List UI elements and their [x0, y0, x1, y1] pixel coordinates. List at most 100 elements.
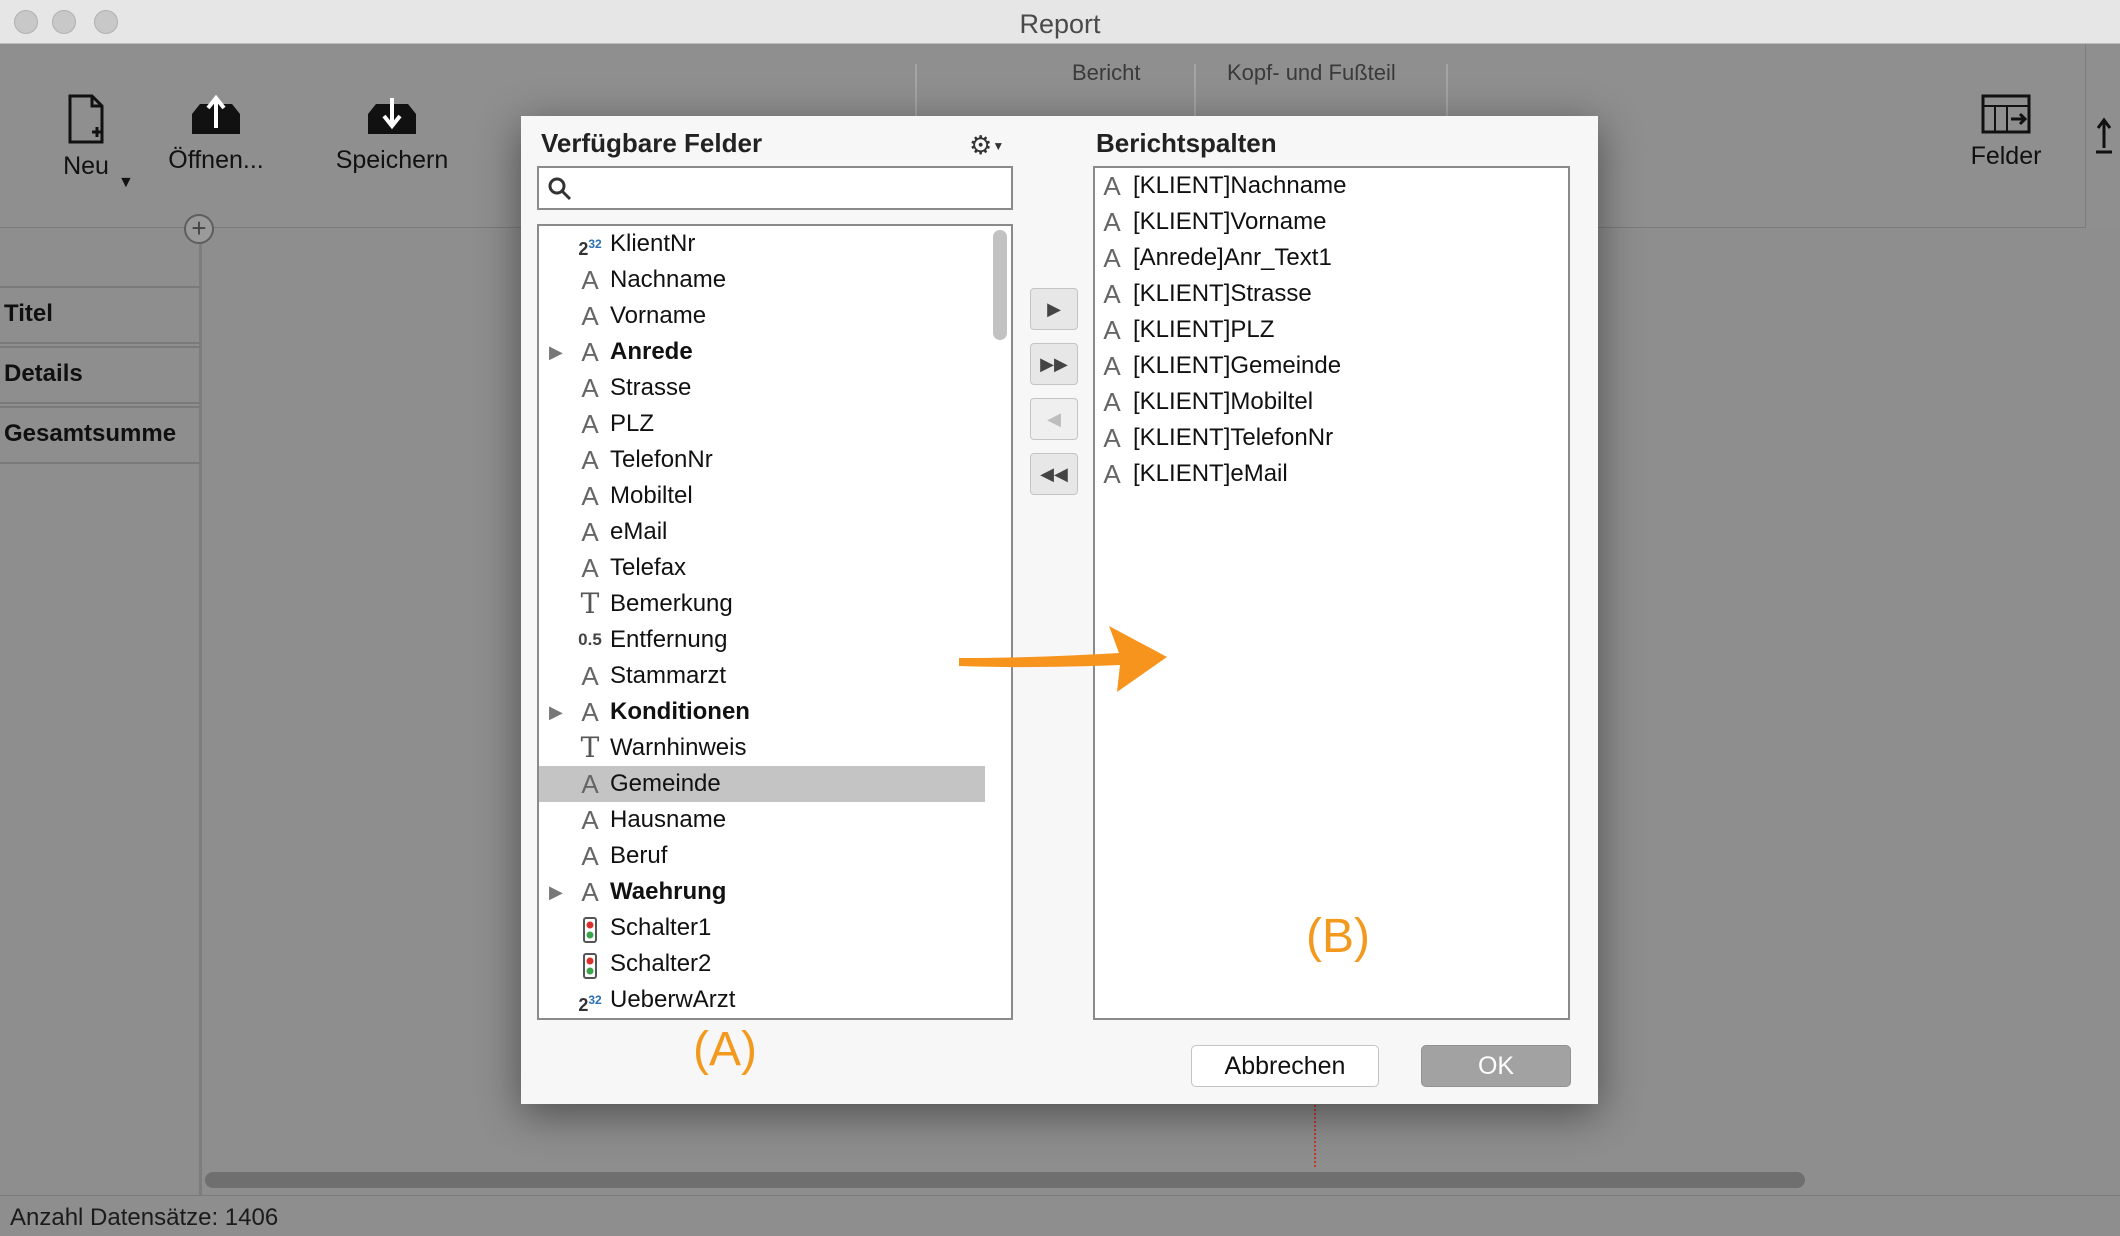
list-item[interactable]: A Telefax: [539, 550, 985, 586]
search-icon: [548, 177, 572, 201]
alpha-type-icon: A: [1103, 279, 1121, 309]
alpha-type-icon: A: [581, 877, 599, 907]
double-left-icon: ◀◀: [1040, 464, 1068, 484]
field-label: KlientNr: [610, 230, 696, 257]
field-label: Schalter2: [610, 950, 712, 977]
list-item[interactable]: A Nachname: [539, 262, 985, 298]
horizontal-scrollbar[interactable]: [205, 1172, 1805, 1188]
open-button[interactable]: Öffnen...: [166, 94, 266, 175]
column-label: [KLIENT]Mobiltel: [1133, 388, 1314, 415]
remove-field-button[interactable]: ◀: [1030, 398, 1078, 440]
list-item[interactable]: T Bemerkung: [539, 586, 985, 622]
field-label: Konditionen: [610, 698, 750, 725]
field-label: Vorname: [610, 302, 707, 329]
list-item[interactable]: A Vorname: [539, 298, 985, 334]
field-label: Telefax: [610, 554, 687, 581]
search-input[interactable]: [579, 172, 999, 204]
search-field[interactable]: [537, 166, 1013, 210]
list-item[interactable]: A [KLIENT]Gemeinde: [1095, 348, 1565, 384]
column-label: [KLIENT]TelefonNr: [1133, 424, 1334, 451]
report-columns-list[interactable]: A [KLIENT]Nachname A [KLIENT]Vorname A [Anred…: [1093, 166, 1570, 1020]
integer-type-icon: 232: [578, 237, 602, 259]
available-fields-list[interactable]: 232 KlientNr A Nachname A Vorname ▶ A Anrede A Str…: [537, 224, 1013, 1020]
list-item[interactable]: A Mobiltel: [539, 478, 985, 514]
vertical-scrollbar[interactable]: [993, 230, 1007, 340]
list-item[interactable]: A [KLIENT]Nachname: [1095, 168, 1565, 204]
band-title[interactable]: Titel: [0, 286, 200, 344]
list-item[interactable]: AeMail: [539, 514, 985, 550]
boolean-type-icon: [575, 910, 605, 946]
annotation-a: (A): [693, 1023, 757, 1076]
list-item[interactable]: A [KLIENT]Mobiltel: [1095, 384, 1565, 420]
disclosure-triangle-icon[interactable]: ▶: [549, 694, 565, 730]
column-label: [KLIENT]Vorname: [1133, 208, 1327, 235]
record-count: Anzahl Datensätze: 1406: [10, 1204, 279, 1231]
alpha-type-icon: A: [1103, 315, 1121, 345]
open-button-label: Öffnen...: [168, 146, 264, 174]
alpha-type-icon: A: [581, 445, 599, 475]
list-item[interactable]: 232 KlientNr: [539, 226, 985, 262]
field-label: Schalter1: [610, 914, 712, 941]
new-button[interactable]: Neu ▼: [56, 94, 134, 191]
integer-type-icon: 232: [578, 993, 602, 1015]
ok-button[interactable]: OK: [1421, 1045, 1571, 1087]
field-label: Bemerkung: [610, 590, 733, 617]
save-button-label: Speichern: [335, 146, 449, 174]
bands-panel: Titel Details Gesamtsumme: [0, 229, 202, 1195]
list-item[interactable]: 232 UeberwArzt: [539, 982, 985, 1018]
group-label-report: Bericht: [1072, 60, 1141, 85]
chevron-down-icon[interactable]: ▼: [118, 174, 134, 192]
alpha-type-icon: A: [581, 661, 599, 691]
disclosure-triangle-icon[interactable]: ▶: [549, 334, 565, 370]
list-item[interactable]: A Stammarzt: [539, 658, 985, 694]
band-details[interactable]: Details: [0, 346, 200, 404]
add-all-fields-button[interactable]: ▶▶: [1030, 343, 1078, 385]
sidebar-toggle[interactable]: [2085, 44, 2120, 228]
column-label: [KLIENT]Gemeinde: [1133, 352, 1342, 379]
list-item[interactable]: ▶ A Konditionen: [539, 694, 985, 730]
list-item[interactable]: A [KLIENT]Vorname: [1095, 204, 1565, 240]
list-item[interactable]: Schalter2: [539, 946, 985, 982]
list-item[interactable]: A [KLIENT]TelefonNr: [1095, 420, 1565, 456]
text-type-icon: T: [580, 587, 600, 620]
add-field-button[interactable]: ▶: [1030, 288, 1078, 330]
list-item[interactable]: A Hausname: [539, 802, 985, 838]
disclosure-triangle-icon[interactable]: ▶: [549, 874, 565, 910]
remove-all-fields-button[interactable]: ◀◀: [1030, 453, 1078, 495]
alpha-type-icon: A: [581, 517, 599, 547]
field-label: Anrede: [610, 338, 693, 365]
list-item[interactable]: 0.5 Entfernung: [539, 622, 985, 658]
column-label: [KLIENT]eMail: [1133, 460, 1288, 487]
settings-menu-button[interactable]: ⚙▼: [969, 130, 1004, 161]
cancel-button[interactable]: Abbrechen: [1191, 1045, 1379, 1087]
download-tray-icon: [368, 98, 416, 134]
orange-arrow-icon: [959, 626, 1167, 692]
list-item[interactable]: Schalter1: [539, 910, 985, 946]
column-label: [KLIENT]Nachname: [1133, 172, 1347, 199]
list-item[interactable]: A Strasse: [539, 370, 985, 406]
fields-button[interactable]: Felder: [1960, 94, 2052, 171]
alpha-type-icon: A: [581, 337, 599, 367]
list-item[interactable]: A Gemeinde: [539, 766, 985, 802]
list-item[interactable]: A Beruf: [539, 838, 985, 874]
upload-arrow-icon: [2096, 117, 2112, 154]
alpha-type-icon: A: [581, 841, 599, 871]
list-item[interactable]: ▶ A Anrede: [539, 334, 985, 370]
list-item[interactable]: A [KLIENT]PLZ: [1095, 312, 1565, 348]
alpha-type-icon: A: [1103, 459, 1121, 489]
list-item[interactable]: ▶ A Waehrung: [539, 874, 985, 910]
gear-icon: ⚙: [969, 130, 993, 160]
add-band-button[interactable]: +: [184, 214, 214, 244]
alpha-type-icon: A: [1103, 171, 1121, 201]
list-item[interactable]: A [KLIENT]eMail: [1095, 456, 1565, 492]
list-item[interactable]: A [Anrede]Anr_Text1: [1095, 240, 1565, 276]
save-button[interactable]: Speichern: [332, 94, 452, 175]
list-item[interactable]: A [KLIENT]Strasse: [1095, 276, 1565, 312]
field-selection-dialog: Verfügbare Felder ⚙▼ 232 KlientNr A Nachnam…: [521, 116, 1598, 1104]
annotation-b: (B): [1306, 910, 1370, 963]
list-item[interactable]: A TelefonNr: [539, 442, 985, 478]
band-total[interactable]: Gesamtsumme: [0, 406, 200, 464]
list-item[interactable]: A PLZ: [539, 406, 985, 442]
field-label: Waehrung: [610, 878, 727, 905]
list-item[interactable]: T Warnhinweis: [539, 730, 985, 766]
